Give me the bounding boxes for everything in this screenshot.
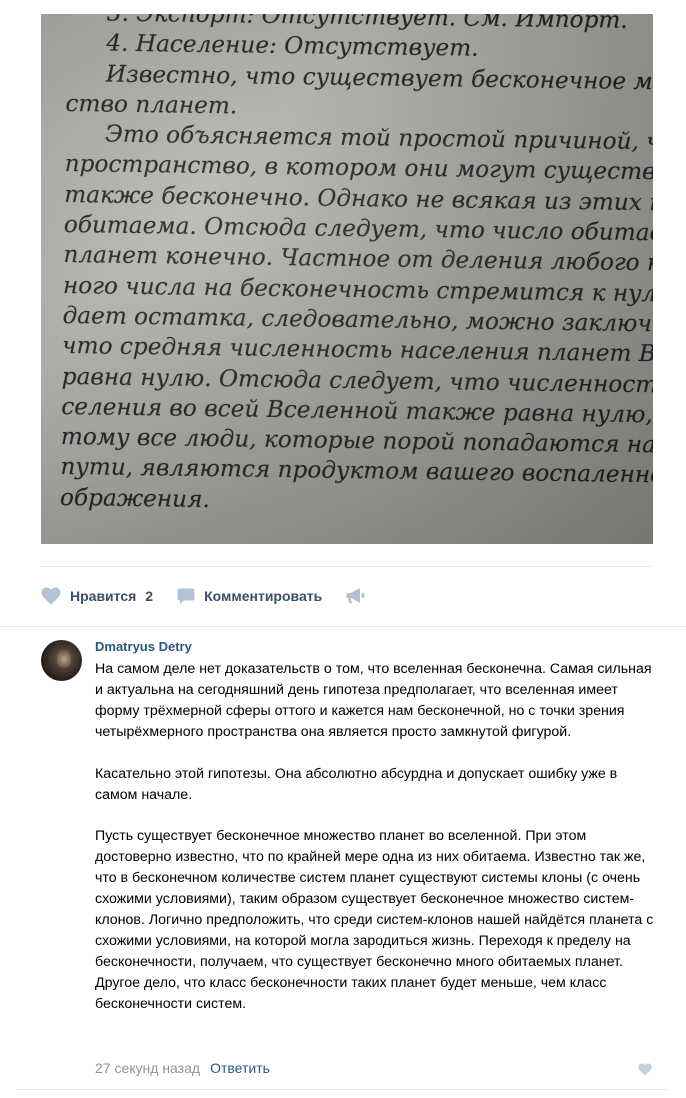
divider [41, 566, 653, 567]
avatar[interactable] [41, 640, 82, 681]
heart-icon [638, 1063, 652, 1076]
comment-text: На самом деле нет доказательств о том, ч… [95, 659, 660, 1015]
speech-bubble-icon [177, 588, 195, 604]
comment-label: Комментировать [204, 588, 323, 604]
like-label: Нравится [70, 588, 137, 604]
comment-meta: 27 секунд назад Ответить [95, 1060, 270, 1076]
comment-author[interactable]: Dmatryus Detry [95, 639, 192, 654]
megaphone-icon [346, 588, 365, 604]
comment-button[interactable]: Комментировать [177, 587, 322, 605]
photo-text: 3. Экспорт: Отсутствует. См. Импорт. 4. … [60, 14, 653, 522]
comment-timestamp[interactable]: 27 секунд назад [95, 1060, 200, 1076]
heart-icon [41, 587, 61, 605]
like-button[interactable]: Нравится 2 [41, 587, 153, 605]
post-photo[interactable]: 3. Экспорт: Отсутствует. См. Импорт. 4. … [41, 14, 653, 544]
comment-paragraph: Касательно этой гипотезы. Она абсолютно … [95, 765, 618, 803]
reply-button[interactable]: Ответить [210, 1060, 270, 1076]
comment-paragraph: Пусть существует бесконечное множество п… [95, 828, 654, 1012]
comment-paragraph: На самом деле нет доказательств о том, ч… [95, 661, 652, 740]
like-count: 2 [145, 588, 154, 604]
divider [0, 626, 686, 627]
share-button[interactable] [346, 587, 366, 605]
post-actions: Нравится 2 Комментировать [41, 584, 366, 608]
comment-like-button[interactable] [638, 1063, 652, 1081]
divider [17, 1089, 669, 1090]
